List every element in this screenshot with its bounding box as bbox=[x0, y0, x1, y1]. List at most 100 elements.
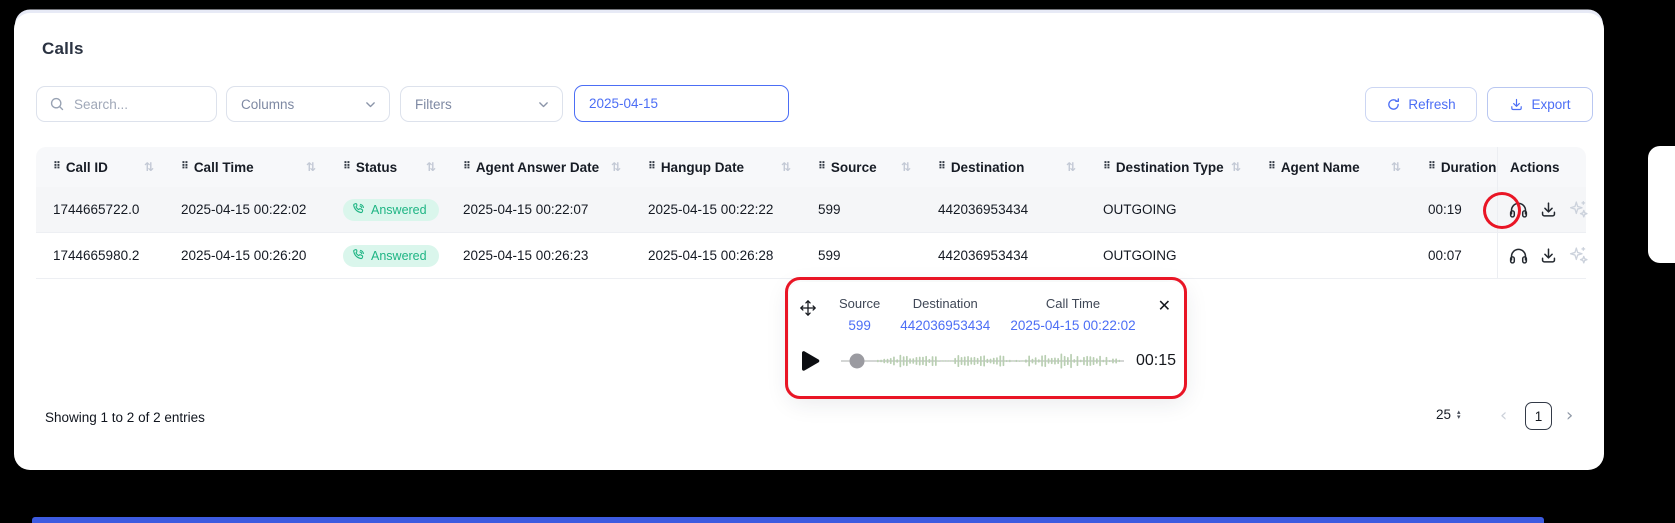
play-button[interactable] bbox=[800, 350, 820, 372]
download-recording-button[interactable] bbox=[1539, 200, 1558, 219]
sort-icon[interactable]: ⇅ bbox=[306, 160, 316, 174]
calls-panel: Calls Columns Filters Refresh Export bbox=[14, 13, 1604, 470]
drag-handle-icon[interactable]: ⠿ bbox=[818, 162, 826, 172]
cell-call-id: 1744665722.0 bbox=[53, 202, 140, 217]
cell-source: 599 bbox=[818, 248, 841, 263]
sort-icon[interactable]: ⇅ bbox=[1066, 160, 1076, 174]
filters-dropdown[interactable]: Filters bbox=[400, 86, 563, 122]
column-header-agent-name[interactable]: ⠿ Agent Name ⇅ bbox=[1255, 147, 1415, 187]
sort-icon[interactable]: ⇅ bbox=[781, 160, 791, 174]
filters-dropdown-label: Filters bbox=[415, 96, 452, 112]
adjacent-panel-fragment bbox=[1648, 146, 1675, 263]
phone-icon bbox=[352, 203, 365, 216]
column-label: Call Time bbox=[193, 159, 254, 175]
page-size-selector[interactable]: 25 ▴ ▾ bbox=[1436, 407, 1461, 422]
sparkles-icon bbox=[1568, 199, 1589, 220]
step-down-icon[interactable]: ▾ bbox=[1457, 413, 1461, 420]
ai-analysis-button[interactable] bbox=[1568, 199, 1589, 220]
sort-icon[interactable]: ⇅ bbox=[901, 160, 911, 174]
column-label: Source bbox=[830, 159, 877, 175]
page-size-stepper-icon[interactable]: ▴ ▾ bbox=[1457, 408, 1461, 420]
column-label: Destination Type bbox=[1115, 159, 1224, 175]
audio-player-popup: Source 599 Destination 442036953434 Call… bbox=[789, 282, 1185, 396]
table-row[interactable]: 1744665980.2 2025-04-15 00:26:20 Answere… bbox=[36, 233, 1589, 279]
player-destination-value: 442036953434 bbox=[900, 318, 991, 333]
drag-handle-icon[interactable]: ⠿ bbox=[1268, 162, 1276, 172]
table-row[interactable]: 1744665722.0 2025-04-15 00:22:02 Answere… bbox=[36, 187, 1589, 233]
export-button-label: Export bbox=[1531, 97, 1571, 112]
column-label: Actions bbox=[1510, 159, 1560, 175]
cell-actions bbox=[1497, 233, 1589, 278]
cell-duration: 00:19 bbox=[1428, 202, 1462, 217]
column-header-destination-type[interactable]: ⠿ Destination Type ⇅ bbox=[1090, 147, 1255, 187]
column-header-actions: Actions bbox=[1497, 147, 1586, 187]
column-label: Destination bbox=[950, 159, 1025, 175]
current-page-button[interactable]: 1 bbox=[1525, 402, 1552, 430]
player-fields: Source 599 Destination 442036953434 Call… bbox=[839, 296, 1136, 333]
cell-agent-name bbox=[1255, 187, 1415, 232]
sort-icon[interactable]: ⇅ bbox=[144, 160, 154, 174]
export-button[interactable]: Export bbox=[1487, 87, 1593, 122]
status-badge-label: Answered bbox=[371, 202, 427, 217]
player-source-field: Source 599 bbox=[839, 296, 880, 333]
refresh-button[interactable]: Refresh bbox=[1365, 87, 1477, 122]
previous-page-button[interactable]: ‹ bbox=[1500, 405, 1507, 426]
sort-icon[interactable]: ⇅ bbox=[1231, 160, 1241, 174]
drag-handle-icon[interactable]: ⠿ bbox=[1103, 162, 1111, 172]
columns-dropdown[interactable]: Columns bbox=[226, 86, 390, 122]
search-input[interactable] bbox=[74, 96, 204, 112]
column-header-call-time[interactable]: ⠿ Call Time ⇅ bbox=[168, 147, 330, 187]
player-source-label: Source bbox=[839, 296, 881, 311]
bottom-accent-strip bbox=[32, 517, 1544, 523]
entries-summary: Showing 1 to 2 of 2 entries bbox=[45, 410, 205, 425]
move-icon[interactable] bbox=[799, 299, 817, 317]
column-label: Status bbox=[355, 159, 398, 175]
next-page-button[interactable]: › bbox=[1566, 405, 1573, 426]
column-label: Hangup Date bbox=[660, 159, 745, 175]
drag-handle-icon[interactable]: ⠿ bbox=[181, 162, 189, 172]
refresh-icon bbox=[1386, 97, 1401, 112]
column-header-status[interactable]: ⠿ Status ⇅ bbox=[330, 147, 450, 187]
search-box[interactable] bbox=[36, 86, 217, 122]
column-header-destination[interactable]: ⠿ Destination ⇅ bbox=[925, 147, 1090, 187]
status-badge: Answered bbox=[343, 198, 439, 221]
date-filter-input[interactable] bbox=[574, 85, 789, 122]
ai-analysis-button[interactable] bbox=[1568, 245, 1589, 266]
page-size-value: 25 bbox=[1436, 407, 1452, 422]
status-badge: Answered bbox=[343, 244, 439, 267]
column-header-call-id[interactable]: ⠿ Call ID ⇅ bbox=[36, 147, 168, 187]
drag-handle-icon[interactable]: ⠿ bbox=[648, 162, 656, 172]
sort-icon[interactable]: ⇅ bbox=[1391, 160, 1401, 174]
sparkles-icon bbox=[1568, 245, 1589, 266]
drag-handle-icon[interactable]: ⠿ bbox=[343, 162, 351, 172]
column-label: Agent Answer Date bbox=[475, 159, 600, 175]
headphones-icon bbox=[1508, 199, 1529, 220]
close-icon[interactable]: ✕ bbox=[1158, 298, 1171, 314]
cell-duration: 00:07 bbox=[1428, 248, 1462, 263]
drag-handle-icon[interactable]: ⠿ bbox=[53, 162, 61, 172]
column-header-source[interactable]: ⠿ Source ⇅ bbox=[805, 147, 925, 187]
drag-handle-icon[interactable]: ⠿ bbox=[938, 162, 946, 172]
listen-recording-button[interactable] bbox=[1508, 245, 1529, 266]
drag-handle-icon[interactable]: ⠿ bbox=[1428, 162, 1436, 172]
player-elapsed-time: 00:15 bbox=[1136, 352, 1177, 369]
play-icon bbox=[800, 350, 820, 372]
download-recording-button[interactable] bbox=[1539, 246, 1558, 265]
table-header-row: ⠿ Call ID ⇅ ⠿ Call Time ⇅ ⠿ Status ⇅ ⠿ A… bbox=[36, 147, 1586, 187]
search-icon bbox=[49, 96, 65, 112]
cell-call-time: 2025-04-15 00:22:02 bbox=[181, 202, 307, 217]
download-icon bbox=[1539, 246, 1558, 265]
cell-agent-name bbox=[1255, 233, 1415, 278]
sort-icon[interactable]: ⇅ bbox=[611, 160, 621, 174]
waveform[interactable] bbox=[841, 346, 1124, 376]
column-header-agent-answer-date[interactable]: ⠿ Agent Answer Date ⇅ bbox=[450, 147, 635, 187]
column-header-hangup-date[interactable]: ⠿ Hangup Date ⇅ bbox=[635, 147, 805, 187]
sort-icon[interactable]: ⇅ bbox=[426, 160, 436, 174]
column-header-duration[interactable]: ⠿ Duration ⇅ bbox=[1415, 147, 1497, 187]
drag-handle-icon[interactable]: ⠿ bbox=[463, 162, 471, 172]
column-label: Call ID bbox=[65, 159, 108, 175]
cell-status: Answered bbox=[330, 233, 450, 278]
column-label: Agent Name bbox=[1280, 159, 1360, 175]
listen-recording-button[interactable] bbox=[1508, 199, 1529, 220]
cell-destination-type: OUTGOING bbox=[1103, 248, 1177, 263]
